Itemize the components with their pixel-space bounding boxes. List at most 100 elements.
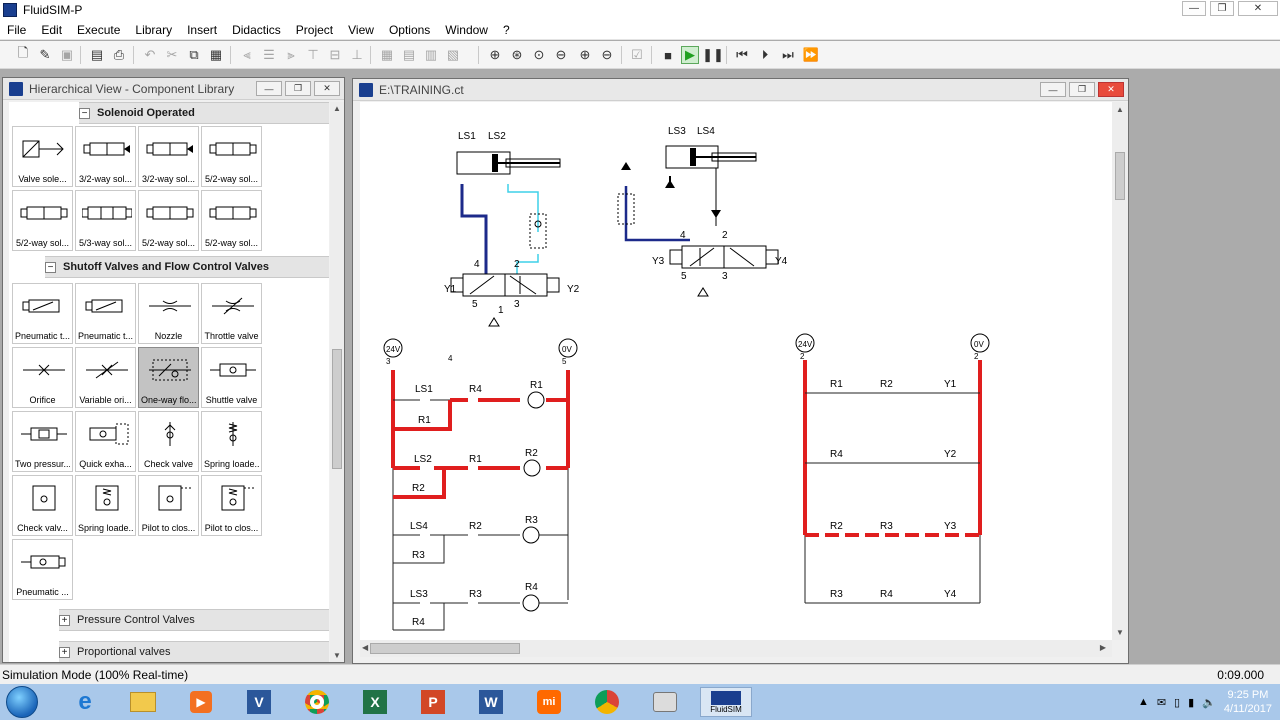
library-item[interactable]: Check valv... [12,475,73,536]
file-explorer-icon[interactable] [118,687,168,717]
library-item[interactable]: 5/3-way sol... [75,190,136,251]
undo-icon[interactable]: ↶ [141,46,159,64]
stop-icon[interactable]: ■ [659,46,677,64]
step-until-icon[interactable]: ⏭ [779,46,797,64]
open-folder-icon[interactable]: ▤ [88,46,106,64]
library-item[interactable]: Spring loade... [75,475,136,536]
library-item[interactable]: Pneumatic t... [12,283,73,344]
scroll-thumb[interactable] [332,349,342,469]
collapse-icon[interactable]: − [79,107,90,119]
menu-file[interactable]: File [0,20,34,40]
zoom-selection-icon[interactable]: ⊙ [530,46,548,64]
zoom-window-icon[interactable]: ⊛ [508,46,526,64]
internet-explorer-icon[interactable]: e [60,687,110,717]
show-hidden-icons-icon[interactable]: ▲ [1138,696,1149,708]
volume-icon[interactable]: 🔈 [1202,696,1216,709]
print-icon[interactable]: ⎙ [110,46,128,64]
library-item[interactable]: 3/2-way sol... [75,126,136,187]
section-proportional-valves[interactable]: + Proportional valves [59,641,329,662]
grid-icon[interactable]: ▦ [378,46,396,64]
menu-execute[interactable]: Execute [70,20,128,40]
library-item[interactable]: Pilot to clos... [138,475,199,536]
library-item[interactable]: Valve sole... [12,126,73,187]
new-icon[interactable]: 🗋 [14,45,32,64]
chrome-icon[interactable] [292,687,342,717]
menu-project[interactable]: Project [289,20,341,40]
align-left-icon[interactable]: ⫷ [238,46,256,64]
collapse-icon[interactable]: − [45,261,56,273]
align-top-icon[interactable]: ⊤ [304,46,322,64]
library-item[interactable]: Check valve [138,411,199,472]
network-icon[interactable]: ✉ [1157,696,1166,709]
scroll-down-icon[interactable]: ▼ [1116,628,1124,637]
menu-options[interactable]: Options [382,20,438,40]
close-button[interactable]: ✕ [314,81,340,96]
library-item[interactable]: Pneumatic t... [75,283,136,344]
expand-icon[interactable]: + [59,614,70,626]
chrome-icon[interactable] [582,687,632,717]
zoom-out-icon[interactable]: ⊖ [552,46,570,64]
valve-position-a[interactable] [681,245,725,269]
cut-icon[interactable]: ✂ [163,46,181,64]
library-item[interactable]: Orifice [12,347,73,408]
scroll-left-icon[interactable]: ◀ [362,643,368,652]
align-bottom-icon[interactable]: ⊥ [348,46,366,64]
close-button[interactable]: ✕ [1098,82,1124,97]
copy-icon[interactable]: ⧉ [185,46,203,64]
valve-position-b[interactable] [723,245,767,269]
signal-icon[interactable]: ▮ [1188,696,1194,709]
media-player-icon[interactable]: ▶ [176,687,226,717]
relay-coil[interactable] [523,459,541,477]
relay-coil[interactable] [527,391,545,409]
library-item[interactable]: 5/2-way sol... [12,190,73,251]
menu-help[interactable]: ? [496,20,518,40]
library-item[interactable]: Throttle valve [201,283,262,344]
powerpoint-icon[interactable]: P [408,687,458,717]
save-icon[interactable]: ▣ [58,46,76,64]
open-icon[interactable]: ✎ [36,46,54,64]
play-icon[interactable]: ▶ [681,46,699,64]
align-center-icon[interactable]: ☰ [260,46,278,64]
scroll-thumb[interactable] [1115,152,1125,200]
reset-icon[interactable]: ⏮ [733,46,751,64]
section-pressure-control[interactable]: + Pressure Control Valves [59,609,329,631]
library-item[interactable]: 3/2-way sol... [138,126,199,187]
zoom-selection-icon[interactable]: ▧ [444,46,462,64]
relay-coil[interactable] [522,594,540,612]
library-item[interactable]: 5/2-way sol... [201,126,262,187]
battery-icon[interactable]: ▯ [1174,696,1180,709]
library-item[interactable]: Spring loade... [201,411,262,472]
library-item[interactable]: Variable ori... [75,347,136,408]
circuit-vertical-scrollbar[interactable]: ▲ ▼ [1112,102,1128,640]
library-item[interactable]: Pneumatic ... [12,539,73,600]
check-icon[interactable]: ☑ [628,46,646,64]
relay-coil[interactable] [522,526,540,544]
skip-icon[interactable]: ⏩ [802,46,820,64]
zoom-out-icon[interactable]: ⊖ [598,46,616,64]
minimize-button[interactable]: — [1040,82,1066,97]
fluidsim-taskbar-button[interactable]: FluidSIM [700,687,752,717]
library-item[interactable]: Nozzle [138,283,199,344]
paste-icon[interactable]: ▦ [207,46,225,64]
menu-window[interactable]: Window [438,20,496,40]
section-shutoff-flow-control[interactable]: − Shutoff Valves and Flow Control Valves [45,256,329,278]
library-item[interactable]: 5/2-way sol... [138,190,199,251]
restore-button[interactable]: ❐ [285,81,311,96]
zoom-window-icon[interactable]: ▥ [422,46,440,64]
menu-view[interactable]: View [341,20,382,40]
start-button-icon[interactable] [6,686,38,718]
scroll-thumb[interactable] [370,643,520,654]
align-middle-icon[interactable]: ⊟ [326,46,344,64]
library-scrollbar[interactable]: ▲ ▼ [330,102,344,662]
mi-icon[interactable]: mi [524,687,574,717]
menu-edit[interactable]: Edit [34,20,70,40]
scroll-down-icon[interactable]: ▼ [333,651,341,660]
scroll-up-icon[interactable]: ▲ [333,104,341,113]
camera-icon[interactable] [640,687,690,717]
library-item[interactable]: Pilot to clos... [201,475,262,536]
excel-icon[interactable]: X [350,687,400,717]
library-item[interactable]: Two pressur... [12,411,73,472]
library-item-selected[interactable]: One-way flo... [138,347,199,408]
scroll-right-icon[interactable]: ▶ [1100,643,1106,652]
step-icon[interactable]: ⏵ [756,46,774,64]
